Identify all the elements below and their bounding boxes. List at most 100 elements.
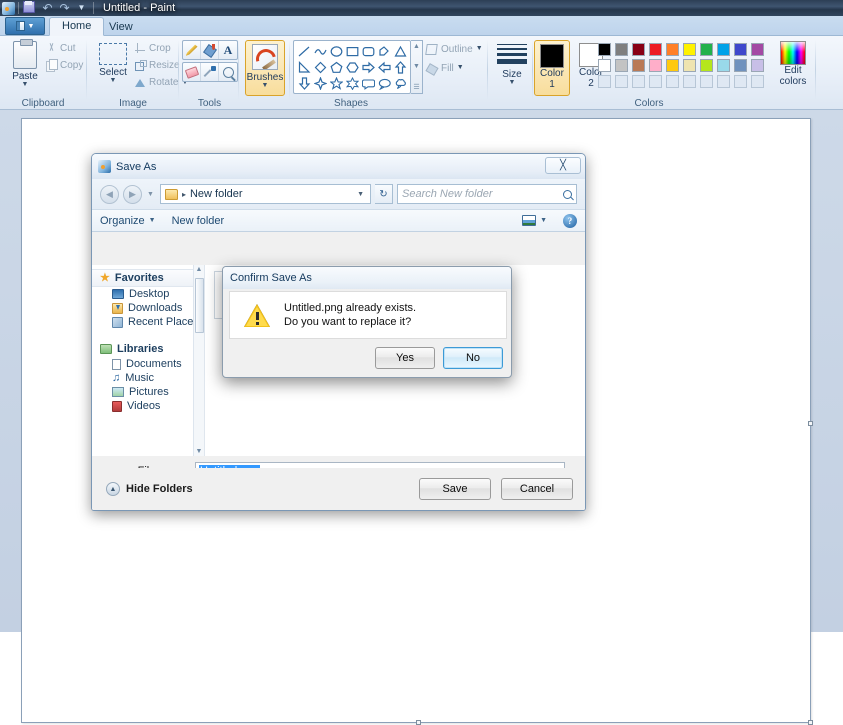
- shape-cloud-callout[interactable]: [392, 75, 408, 91]
- pencil-tool-button[interactable]: [183, 41, 201, 59]
- nav-item-documents[interactable]: Documents: [92, 357, 204, 371]
- shape-left-arrow[interactable]: [376, 59, 392, 75]
- palette-swatch-r3-c1[interactable]: [598, 75, 611, 88]
- palette-swatch-r1-c2[interactable]: [615, 43, 628, 56]
- yes-button[interactable]: Yes: [375, 347, 435, 369]
- shape-pentagon[interactable]: [328, 59, 344, 75]
- navigation-pane-scrollbar[interactable]: ▲ ▼: [193, 265, 204, 456]
- nav-item-videos[interactable]: Videos: [92, 399, 204, 413]
- shape-polygon[interactable]: [376, 43, 392, 59]
- breadcrumb-current-folder[interactable]: New folder: [190, 188, 353, 200]
- palette-swatch-r2-c6[interactable]: [683, 59, 696, 72]
- palette-swatch-r2-c9[interactable]: [734, 59, 747, 72]
- shape-right-triangle[interactable]: [296, 59, 312, 75]
- quick-access-save-button[interactable]: [23, 1, 38, 15]
- shape-up-arrow[interactable]: [392, 59, 408, 75]
- palette-swatch-r1-c9[interactable]: [734, 43, 747, 56]
- palette-swatch-r1-c3[interactable]: [632, 43, 645, 56]
- color-palette[interactable]: [596, 41, 766, 89]
- brushes-button[interactable]: Brushes ▼: [245, 40, 285, 96]
- nav-item-music[interactable]: ♫ Music: [92, 371, 204, 385]
- palette-swatch-r3-c3[interactable]: [632, 75, 645, 88]
- select-button[interactable]: Select ▼: [93, 43, 133, 84]
- palette-swatch-r1-c1[interactable]: [598, 43, 611, 56]
- outline-button[interactable]: Outline ▼: [426, 43, 483, 55]
- palette-swatch-r3-c8[interactable]: [717, 75, 730, 88]
- new-folder-button[interactable]: New folder: [172, 215, 225, 227]
- address-bar[interactable]: ▸ New folder ▼: [160, 184, 371, 204]
- close-button[interactable]: ╳: [545, 157, 581, 174]
- cancel-button[interactable]: Cancel: [501, 478, 573, 500]
- shape-oval-callout[interactable]: [376, 75, 392, 91]
- scrollbar-thumb[interactable]: [195, 278, 204, 333]
- palette-swatch-r3-c5[interactable]: [666, 75, 679, 88]
- forward-button[interactable]: ▶: [123, 185, 142, 204]
- palette-swatch-r2-c7[interactable]: [700, 59, 713, 72]
- shapes-more-icon[interactable]: ☰: [413, 82, 419, 92]
- palette-swatch-r3-c4[interactable]: [649, 75, 662, 88]
- nav-item-pictures[interactable]: Pictures: [92, 385, 204, 399]
- tab-view[interactable]: View: [97, 18, 145, 36]
- shapes-gallery[interactable]: [293, 40, 411, 94]
- palette-swatch-r3-c9[interactable]: [734, 75, 747, 88]
- palette-swatch-r3-c10[interactable]: [751, 75, 764, 88]
- cut-button[interactable]: Cut: [46, 43, 76, 54]
- palette-swatch-r1-c6[interactable]: [683, 43, 696, 56]
- eraser-tool-button[interactable]: [183, 63, 201, 81]
- change-view-button[interactable]: ▼: [522, 215, 547, 226]
- shape-rounded-rectangle[interactable]: [360, 43, 376, 59]
- shape-hexagon[interactable]: [344, 59, 360, 75]
- nav-group-libraries[interactable]: Libraries: [92, 341, 204, 357]
- palette-swatch-r2-c2[interactable]: [615, 59, 628, 72]
- paint-menu-button[interactable]: ▼: [5, 17, 45, 35]
- copy-button[interactable]: Copy: [46, 60, 83, 71]
- scroll-up-icon[interactable]: ▲: [413, 42, 420, 51]
- quick-access-customize-dropdown-icon[interactable]: ▼: [74, 1, 89, 15]
- palette-swatch-r3-c2[interactable]: [615, 75, 628, 88]
- canvas-resize-handle-corner[interactable]: [808, 720, 813, 725]
- organize-button[interactable]: Organize ▼: [100, 215, 156, 227]
- shape-oval[interactable]: [328, 43, 344, 59]
- canvas-resize-handle-right[interactable]: [808, 421, 813, 426]
- palette-swatch-r2-c3[interactable]: [632, 59, 645, 72]
- back-button[interactable]: ◀: [100, 185, 119, 204]
- fill-button[interactable]: Fill ▼: [426, 62, 464, 74]
- chevron-down-icon[interactable]: ▼: [357, 191, 366, 198]
- palette-swatch-r1-c4[interactable]: [649, 43, 662, 56]
- size-button[interactable]: Size ▼: [495, 41, 529, 86]
- palette-swatch-r2-c8[interactable]: [717, 59, 730, 72]
- search-input[interactable]: Search New folder: [402, 188, 563, 200]
- nav-item-downloads[interactable]: Downloads: [92, 301, 204, 315]
- shape-triangle[interactable]: [392, 43, 408, 59]
- color-picker-tool-button[interactable]: [201, 63, 219, 81]
- shape-rounded-callout[interactable]: [360, 75, 376, 91]
- shape-line[interactable]: [296, 43, 312, 59]
- scroll-down-icon[interactable]: ▼: [196, 447, 203, 456]
- nav-item-desktop[interactable]: Desktop: [92, 287, 204, 301]
- magnifier-tool-button[interactable]: [219, 63, 237, 81]
- shape-four-point-star[interactable]: [312, 75, 328, 91]
- fill-tool-button[interactable]: [201, 41, 219, 59]
- resize-button[interactable]: Resize: [135, 60, 180, 71]
- recent-locations-dropdown-icon[interactable]: ▼: [147, 191, 154, 198]
- nav-group-favorites[interactable]: ★ Favorites: [92, 269, 204, 287]
- crop-button[interactable]: Crop: [135, 43, 171, 54]
- palette-swatch-r1-c8[interactable]: [717, 43, 730, 56]
- quick-access-undo-icon[interactable]: ↶: [40, 1, 55, 15]
- shape-rectangle[interactable]: [344, 43, 360, 59]
- palette-swatch-r1-c5[interactable]: [666, 43, 679, 56]
- search-box[interactable]: Search New folder: [397, 184, 577, 204]
- quick-access-redo-icon[interactable]: ↷: [57, 1, 72, 15]
- no-button[interactable]: No: [443, 347, 503, 369]
- palette-swatch-r1-c7[interactable]: [700, 43, 713, 56]
- shape-six-point-star[interactable]: [344, 75, 360, 91]
- shapes-gallery-scrollbar[interactable]: ▲ ▼ ☰: [411, 40, 423, 94]
- save-button[interactable]: Save: [419, 478, 491, 500]
- shape-down-arrow[interactable]: [296, 75, 312, 91]
- nav-item-recent-places[interactable]: Recent Places: [92, 315, 204, 329]
- palette-swatch-r2-c5[interactable]: [666, 59, 679, 72]
- palette-swatch-r2-c4[interactable]: [649, 59, 662, 72]
- text-tool-button[interactable]: A: [219, 41, 237, 59]
- shape-five-point-star[interactable]: [328, 75, 344, 91]
- edit-colors-button[interactable]: Edit colors: [772, 41, 814, 87]
